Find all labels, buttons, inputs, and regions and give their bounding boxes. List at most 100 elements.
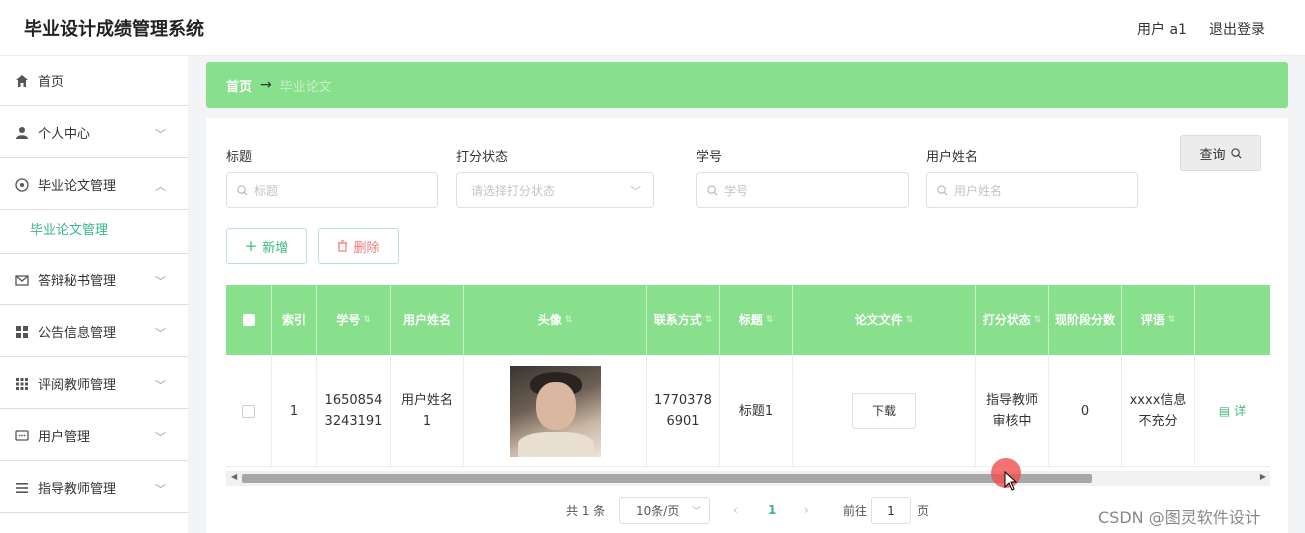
sidebar-item-label: 指导教师管理 [38,482,117,497]
sidebar-item-label: 用户管理 [38,430,91,445]
column-header-index[interactable]: 索引 [272,285,317,355]
student-no-placeholder: 学号 [724,183,749,198]
sort-icon: ⇅ [905,315,914,325]
add-button[interactable]: + 新增 [226,228,307,264]
plus-icon: + [244,237,258,255]
column-header-file[interactable]: 论文文件 ⇅ [793,285,976,355]
detail-link[interactable]: ▤ 详 [1219,401,1246,422]
search-icon [1230,147,1242,159]
query-button-label: 查询 [1199,147,1226,163]
chevron-down-icon: ﹀ [155,128,166,141]
row-checkbox[interactable] [242,404,255,418]
cell-title: 标题1 [720,355,793,467]
search-icon [237,184,248,196]
goto-label: 前往 [843,503,868,518]
page-number-current[interactable]: 1 [768,497,776,523]
globe-icon [15,177,29,192]
download-button[interactable]: 下载 [852,393,916,429]
page-size-select[interactable]: 10条/页 ﹀ [619,497,710,524]
home-icon [16,74,28,87]
scroll-left-arrow-icon[interactable]: ◀ [231,472,237,481]
column-header-student-no[interactable]: 学号 ⇅ [317,285,391,355]
select-all-cell [226,285,272,355]
title-search-input[interactable]: 标题 [226,172,438,208]
sort-icon: ⇅ [363,315,371,325]
grid-icon [16,325,28,338]
prev-page-icon[interactable]: ‹ [733,497,738,523]
scroll-right-arrow-icon[interactable]: ▶ [1260,472,1266,481]
query-button[interactable]: 查询 [1180,135,1261,171]
cell-student-no: 16508543243191 [317,355,391,467]
table-header: 索引 学号 ⇅ 用户姓名 头像 ⇅ 联系方式 ⇅ 标题 ⇅ 论文文件 ⇅ 打分状态 ⇅ 现阶… [226,285,1270,355]
mail-icon [15,274,29,286]
avatar[interactable] [510,365,601,457]
username-filter-label: 用户姓名 [926,150,979,165]
search-icon [937,184,948,196]
sidebar-item-announcements[interactable]: 公告信息管理 ﹀ [0,307,188,357]
sidebar-item-label: 个人中心 [38,127,91,142]
trash-icon [338,240,348,252]
sidebar-item-label: 毕业论文管理 [38,179,117,194]
breadcrumb: 首页 → 毕业论文 [206,62,1288,108]
sidebar-subitem-thesis-management[interactable]: 毕业论文管理 [0,208,188,254]
document-icon: ▤ [1218,403,1235,418]
horizontal-scrollbar[interactable]: ◀ ▶ [226,471,1270,486]
detail-label: 详 [1234,403,1247,418]
column-header-label: 现阶段分数 [1054,313,1115,327]
column-header-label: 打分状态 [982,313,1031,327]
scrollbar-thumb[interactable] [242,474,1092,483]
status-select[interactable]: 请选择打分状态 ﹀ [456,172,654,208]
search-icon [707,184,718,196]
cell-status: 指导教师审核中 [976,355,1049,467]
column-header-contact[interactable]: 联系方式 ⇅ [647,285,720,355]
chevron-down-icon: ﹀ [630,185,641,198]
chevron-down-icon: ﹀ [155,431,166,444]
student-no-filter-label: 学号 [696,150,723,165]
breadcrumb-arrow-icon: → [260,77,272,93]
column-header-stage-score[interactable]: 现阶段分数 [1049,285,1122,355]
goto-page-input[interactable]: 1 [871,497,911,524]
top-bar: 毕业设计成绩管理系统 用户 a1 退出登录 [0,0,1305,56]
logout-link[interactable]: 退出登录 [1209,19,1265,39]
sort-icon: ⇅ [564,315,573,325]
column-header-title[interactable]: 标题 ⇅ [720,285,793,355]
chevron-down-icon: ﹀ [691,507,701,517]
delete-button[interactable]: 删除 [318,228,399,264]
sidebar-item-advisors[interactable]: 指导教师管理 ﹀ [0,463,188,513]
breadcrumb-home-link[interactable]: 首页 [226,76,252,95]
username-search-input[interactable]: 用户姓名 [926,172,1138,208]
column-header-status[interactable]: 打分状态 ⇅ [976,285,1049,355]
column-header-label: 用户姓名 [402,313,451,327]
current-user-label[interactable]: 用户 a1 [1137,19,1187,39]
sidebar-item-label: 评阅教师管理 [38,378,117,393]
column-header-avatar[interactable]: 头像 ⇅ [464,285,647,355]
sidebar-item-personal-center[interactable]: 个人中心 ﹀ [0,108,188,158]
status-filter-label: 打分状态 [456,150,509,165]
sidebar-item-reviewers[interactable]: 评阅教师管理 ﹀ [0,359,188,409]
chevron-down-icon: ﹀ [155,483,166,496]
chevron-down-icon: ﹀ [155,275,166,288]
column-header-comment[interactable]: 评语 ⇅ [1122,285,1195,355]
sidebar-item-label: 答辩秘书管理 [38,274,117,289]
table-row: 1 16508543243191 用户姓名1 17703786901 标题1 下… [226,355,1270,467]
student-no-search-input[interactable]: 学号 [696,172,909,208]
title-placeholder: 标题 [254,183,279,198]
sort-icon: ⇅ [1167,315,1176,325]
cell-index: 1 [272,355,317,467]
column-header-username[interactable]: 用户姓名 [391,285,464,355]
sidebar-item-home[interactable]: 首页 [0,56,188,106]
avatar-shirt [518,431,594,457]
sort-icon: ⇅ [704,315,713,325]
sidebar-item-thesis-management[interactable]: 毕业论文管理 ︿ [0,160,188,210]
sidebar-item-label: 公告信息管理 [38,326,117,341]
cell-contact: 17703786901 [647,355,720,467]
next-page-icon[interactable]: › [804,497,809,523]
column-header-label: 评语 [1140,313,1165,327]
mouse-cursor-icon [1004,471,1018,491]
avatar-face [536,381,576,430]
sidebar-item-users[interactable]: 用户管理 ﹀ [0,411,188,461]
column-header-label: 索引 [281,313,306,327]
sidebar-item-defense-secretary[interactable]: 答辩秘书管理 ﹀ [0,255,188,305]
column-header-label: 学号 [336,313,361,327]
select-all-checkbox[interactable] [242,314,255,326]
